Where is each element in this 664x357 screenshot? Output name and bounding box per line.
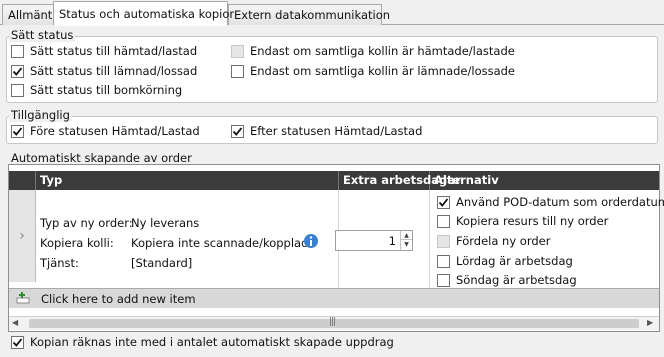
checkbox-satt-status-lamnad[interactable]: Sätt status till lämnad/lossad — [11, 64, 197, 78]
checkbox-label: Sätt status till lämnad/lossad — [30, 64, 198, 78]
tab-status-och-automatiska-kopior[interactable]: Status och automatiska kopior — [53, 1, 234, 26]
checkbox-label: Kopian räknas inte med i antalet automat… — [30, 335, 394, 349]
checkbox-endast-lamnade[interactable]: Endast om samtliga kollin är lämnade/los… — [231, 64, 515, 78]
checkbox-lordag-arbetsdag[interactable]: Lördag är arbetsdag — [437, 254, 573, 268]
info-icon[interactable] — [303, 233, 319, 249]
scroll-left-icon[interactable]: ◀ — [12, 318, 18, 327]
kopiera-kolli-value[interactable]: Kopiera inte scannade/kopplade — [131, 236, 315, 250]
scrollbar-thumb[interactable]: ||| — [29, 317, 639, 328]
column-header-alternativ[interactable]: Alternativ — [430, 171, 659, 190]
checkmark-icon — [232, 126, 243, 136]
spinner-down-icon[interactable]: ▼ — [401, 240, 412, 249]
tab-label: Status och automatiska kopior — [59, 7, 235, 21]
grid-header: Typ Extra arbetsdagar Alternativ — [9, 171, 659, 190]
tab-extern-datakommunikation[interactable]: Extern datakommunikation — [228, 4, 390, 25]
scroll-right-icon[interactable]: ▶ — [647, 318, 653, 327]
checkbox-box[interactable] — [437, 214, 450, 228]
checkmark-icon — [12, 337, 23, 347]
checkbox-box[interactable] — [437, 254, 450, 268]
typ-label: Typ av ny order: — [40, 216, 133, 230]
checkbox-anvand-pod-datum[interactable]: Använd POD-datum som orderdatum — [437, 195, 664, 209]
checkbox-label: Använd POD-datum som orderdatum — [456, 195, 664, 209]
checkbox-satt-status-bomkorning[interactable]: Sätt status till bomkörning — [11, 83, 182, 97]
checkbox-satt-status-hamtad[interactable]: Sätt status till hämtad/lastad — [11, 44, 197, 58]
tjanst-label: Tjänst: — [40, 256, 79, 270]
checkbox-fordela-ny-order[interactable]: Fördela ny order — [437, 234, 550, 248]
checkbox-box[interactable] — [11, 124, 24, 138]
extra-arbetsdagar-spinner[interactable]: 1 ▲ ▼ — [335, 230, 413, 251]
chevron-right-icon: › — [19, 228, 25, 244]
row-indicator[interactable]: › — [9, 190, 36, 282]
checkbox-box[interactable] — [11, 64, 24, 78]
kopiera-kolli-label: Kopiera kolli: — [40, 236, 114, 250]
satt-status-title: Sätt status — [9, 28, 76, 42]
checkbox-label: Endast om samtliga kollin är lämnade/los… — [250, 64, 516, 78]
checkbox-label: Endast om samtliga kollin är hämtade/las… — [250, 44, 515, 58]
column-header-typ[interactable]: Typ — [36, 171, 339, 190]
spinner-value[interactable]: 1 — [389, 234, 396, 248]
checkbox-label: Kopiera resurs till ny order — [456, 214, 609, 228]
tillganglig-title: Tillgänglig — [9, 108, 72, 122]
auto-order-title: Automatiskt skapande av order — [9, 151, 194, 165]
checkbox-kopiera-resurs[interactable]: Kopiera resurs till ny order — [437, 214, 608, 228]
tab-bar: Allmänt Status och automatiska kopior Ex… — [0, 0, 664, 26]
spinner-buttons: ▲ ▼ — [400, 231, 412, 250]
add-row-icon — [15, 292, 31, 305]
checkbox-box[interactable] — [11, 44, 24, 58]
checkbox-label: Sätt status till bomkörning — [30, 83, 183, 97]
column-header-extra-arbetsdagar[interactable]: Extra arbetsdagar — [339, 171, 461, 190]
tab-label: Allmänt — [8, 8, 53, 22]
checkmark-icon — [12, 126, 23, 136]
checkmark-icon — [438, 197, 449, 207]
checkbox-box[interactable] — [437, 195, 450, 209]
checkmark-icon — [12, 66, 23, 76]
checkbox-box[interactable] — [231, 64, 244, 78]
tab-label: Extern datakommunikation — [234, 8, 391, 22]
checkbox-box[interactable] — [11, 335, 24, 349]
checkbox-box[interactable] — [11, 83, 24, 97]
checkbox-efter-hamtad[interactable]: Efter statusen Hämtad/Lastad — [231, 124, 422, 138]
checkbox-box[interactable] — [437, 234, 450, 248]
column-divider — [429, 190, 430, 288]
spinner-up-icon[interactable]: ▲ — [401, 231, 412, 240]
checkbox-box[interactable] — [437, 273, 450, 287]
checkbox-endast-hamtade[interactable]: Endast om samtliga kollin är hämtade/las… — [231, 44, 515, 58]
horizontal-scrollbar[interactable]: ◀ ||| ▶ — [9, 316, 659, 330]
checkbox-label: Sätt status till hämtad/lastad — [30, 44, 198, 58]
tab-allmant[interactable]: Allmänt — [2, 4, 54, 25]
checkbox-label: Före statusen Hämtad/Lastad — [30, 124, 200, 138]
checkbox-label: Lördag är arbetsdag — [456, 254, 573, 268]
add-new-item-row[interactable]: Click here to add new item — [9, 288, 659, 308]
grip-icon: ||| — [329, 317, 336, 327]
header-indicator-cell — [9, 171, 36, 190]
checkbox-sondag-arbetsdag[interactable]: Söndag är arbetsdag — [437, 273, 577, 287]
typ-value[interactable]: Ny leverans — [131, 216, 199, 230]
add-new-item-text: Click here to add new item — [41, 292, 196, 306]
checkbox-label: Söndag är arbetsdag — [456, 273, 577, 287]
checkbox-fore-hamtad[interactable]: Före statusen Hämtad/Lastad — [11, 124, 200, 138]
checkbox-label: Fördela ny order — [456, 234, 551, 248]
checkbox-label: Efter statusen Hämtad/Lastad — [250, 124, 423, 138]
checkbox-box[interactable] — [231, 44, 244, 58]
tjanst-value[interactable]: [Standard] — [131, 256, 192, 270]
checkbox-kopian-raknas-inte[interactable]: Kopian räknas inte med i antalet automat… — [11, 335, 394, 349]
checkbox-box[interactable] — [231, 124, 244, 138]
